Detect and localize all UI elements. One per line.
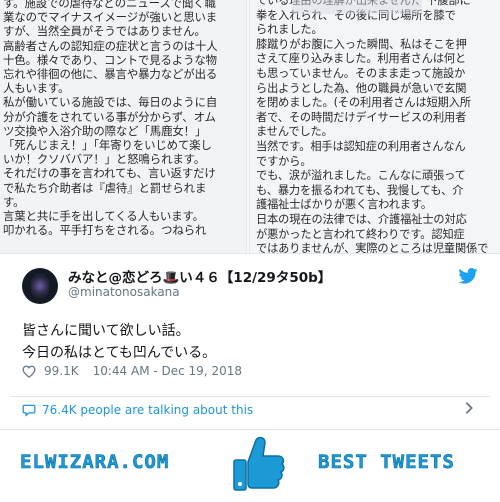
right-line: ですから。 [256,154,312,168]
display-name[interactable]: みなと@恋どろ🎩い４６【12/29タ50b】 [68,266,331,286]
left-line: ツ交換や入浴介助の際など「馬鹿女！」 [3,123,207,138]
left-line: す。 [3,194,25,209]
left-line: 高齢者さんの認知症の症状と言うのは十人 [3,38,218,53]
left-line: 人もいます。 [3,81,70,96]
right-line: も、暴力を振るわれても、我慢しても、介 [256,183,464,197]
left-line: すが、当然全員がそうではありません。 [3,24,206,39]
right-line: ではありませんが、実際のところは児童関係で [256,242,489,253]
left-line: 業なのでマイナスイメージが強いと思いま [3,10,218,25]
left-line: いか！クソババア！」と怒鳴られます。 [3,152,206,167]
note-text-left: す。施設での虐待などのニュースで聞く職 業なのでマイナスイメージが強いと思いま すが… [3,0,218,237]
right-line: ら出ようとした為、他の職員が急いで玄関 [256,81,467,95]
banner-divider [0,429,500,430]
speech-bubble-icon [22,404,36,417]
right-line: 当然です。相手は認知症の利用者さんなん [256,139,466,153]
left-line: 「死んじまえ！」「年寄りをいじめて楽し [3,138,212,153]
talking-about-link[interactable]: 76.4K people are talking about this [22,403,253,417]
best-tweets-label: BEST TWEETS [318,451,455,474]
right-line: られました。 [256,23,323,37]
thumbs-up-icon [233,436,285,491]
note-page-right: ている理由の理解が出来ません)、下腹部に 拳を入れられ、その後に同じ場所を膝で られ… [250,0,500,253]
right-line: も思っていません。そのまま走って施設か [256,66,466,80]
right-line: 膝蹴りがお腹に入った瞬間、私はそこを押 [256,37,467,51]
tweet-timestamp[interactable]: 10:44 AM - Dec 19, 2018 [93,364,242,378]
card-divider [10,396,490,397]
left-line: 忘れや徘徊の他に、暴言や暴力などが出る [3,67,218,82]
left-line: 私が働いている施設では、毎日のように自 [3,95,218,110]
right-line: 者で、その時間だけデイサービスの利用者 [256,110,467,124]
right-line: が悪かったと言われて終わりです。認知症 [256,227,465,241]
heart-icon[interactable] [22,365,36,378]
site-banner: ELWIZARA.COM BEST TWEETS [0,429,500,502]
like-count[interactable]: 99.1K [44,364,79,378]
right-line: を閉めました。(その利用者さんは短期入所 [256,96,471,110]
right-line: でも、涙が溢れました。こんなに頑張って [256,169,466,183]
tweet-text-line-2: 今日の私はとても凹んでいる。 [22,345,217,361]
user-handle[interactable]: @minatonosakana [68,285,180,299]
right-line: さえて座り込みました。利用者さんは何と [256,52,467,66]
note-text-right: ている理由の理解が出来ません)、下腹部に 拳を入れられ、その後に同じ場所を膝で られ… [256,0,488,253]
chevron-right-icon[interactable] [464,401,474,415]
twitter-bird-icon[interactable] [458,268,478,284]
left-line: 叩かれる。平手打ちをされる。つねられ [3,223,207,238]
left-line: 十色。様々であり、コントで見るような物 [3,52,217,67]
right-line: 護福祉士ばかりが悪く言われます。 [256,198,432,212]
tweet-meta: 99.1K 10:44 AM - Dec 19, 2018 [22,364,242,378]
talking-about-text[interactable]: 76.4K people are talking about this [42,403,253,417]
left-line: 分が介護をされている事が分からず、オム [3,109,216,124]
left-line: す。施設での虐待などのニュースで聞く職 [3,0,216,10]
left-line: 言葉と共に手を出してくる人もいます。 [3,209,204,224]
avatar[interactable] [22,268,58,304]
tweet-card[interactable]: みなと@恋どろ🎩い４６【12/29タ50b】 @minatonosakana 皆… [0,253,500,430]
tweet-text: 皆さんに聞いて欲しい話。 今日の私はとても凹んでいる。 [22,320,216,364]
note-photo: す。施設での虐待などのニュースで聞く職 業なのでマイナスイメージが強いと思いま すが… [0,0,500,253]
tweet-text-line-1: 皆さんに聞いて欲しい話。 [22,323,190,339]
right-line: ませんでした。 [256,125,333,139]
left-line: それだけの事を言われても、言い返すだけ [3,166,216,181]
site-brand[interactable]: ELWIZARA.COM [20,451,169,474]
note-page-left: す。施設での虐待などのニュースで聞く職 業なのでマイナスイメージが強いと思いま すが… [0,0,246,253]
left-line: で私たち介助者は『虐待』と罰せられま [3,180,207,195]
right-line: 日本の現在の法律では、介護福祉士の対応 [256,212,467,226]
tape-strip [292,0,422,14]
